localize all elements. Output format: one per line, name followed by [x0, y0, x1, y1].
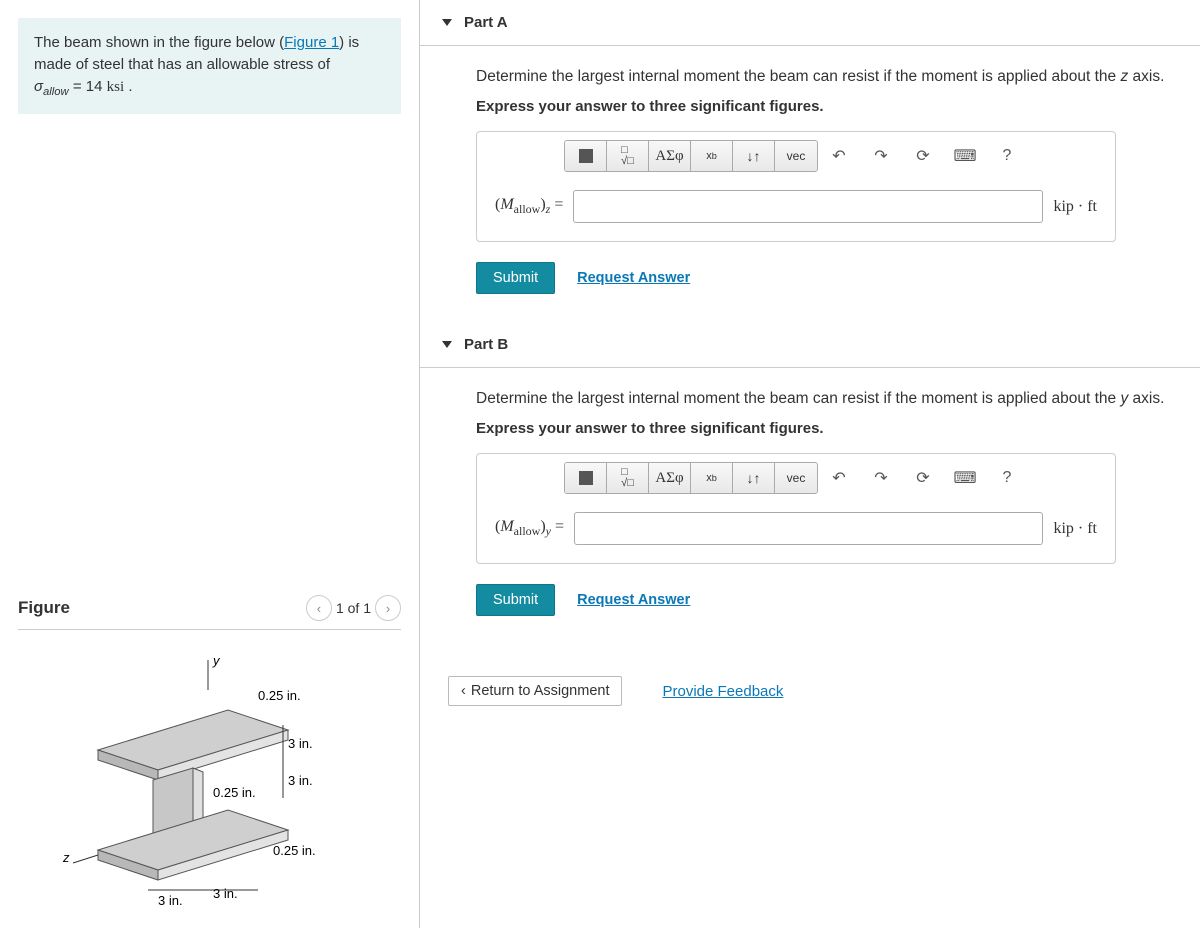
submit-button[interactable]: Submit [476, 262, 555, 294]
fraction-root-button[interactable]: □√□ [607, 463, 649, 493]
answer-unit: kip · ft [1053, 520, 1097, 538]
template-button[interactable] [565, 141, 607, 171]
arrows-button[interactable]: ↓↑ [733, 463, 775, 493]
chevron-left-icon: ‹ [461, 683, 466, 699]
redo-icon[interactable]: ↷ [864, 463, 898, 493]
dim-label: 0.25 in. [213, 785, 256, 800]
figure-next-button[interactable]: › [375, 595, 401, 621]
figure-counter: 1 of 1 [336, 600, 371, 616]
figure-title: Figure [18, 598, 70, 618]
subscript-button[interactable]: xb [691, 463, 733, 493]
problem-text: The beam shown in the figure below ( [34, 34, 284, 51]
dim-label: 0.25 in. [258, 688, 301, 703]
caret-down-icon [442, 341, 452, 348]
part-a-body: Determine the largest internal moment th… [420, 46, 1200, 322]
figure-panel: Figure ‹ 1 of 1 › [0, 595, 419, 924]
answer-unit: kip · ft [1053, 198, 1097, 216]
keyboard-icon[interactable]: ⌨ [948, 141, 982, 171]
dim-label: 3 in. [288, 773, 313, 788]
part-a-title: Part A [464, 14, 508, 31]
part-a-instruction: Express your answer to three significant… [476, 98, 1178, 115]
greek-letters-button[interactable]: ΑΣφ [649, 463, 691, 493]
greek-letters-button[interactable]: ΑΣφ [649, 141, 691, 171]
problem-statement: The beam shown in the figure below (Figu… [18, 18, 401, 114]
figure-navigator: ‹ 1 of 1 › [306, 595, 401, 621]
vector-button[interactable]: vec [775, 141, 817, 171]
part-b-title: Part B [464, 336, 508, 353]
part-b-header[interactable]: Part B [420, 322, 1200, 368]
part-a-answer-box: □√□ ΑΣφ xb ↓↑ vec ↶ ↷ ⟳ ⌨ ? (Mallow)z = … [476, 131, 1116, 242]
keyboard-icon[interactable]: ⌨ [948, 463, 982, 493]
help-icon[interactable]: ? [990, 141, 1024, 171]
reset-icon[interactable]: ⟳ [906, 141, 940, 171]
dim-label: 3 in. [288, 736, 313, 751]
dim-label: 3 in. [213, 886, 238, 901]
provide-feedback-link[interactable]: Provide Feedback [662, 683, 783, 700]
request-answer-link[interactable]: Request Answer [577, 270, 690, 286]
part-b-body: Determine the largest internal moment th… [420, 368, 1200, 734]
reset-icon[interactable]: ⟳ [906, 463, 940, 493]
part-a-header[interactable]: Part A [420, 0, 1200, 46]
answer-label: (Mallow)y = [495, 518, 564, 539]
part-b-prompt: Determine the largest internal moment th… [476, 390, 1178, 408]
figure-image: y z 0.25 in. 3 in. 0.25 in. 3 in. 0.25 i… [58, 650, 401, 924]
part-b-instruction: Express your answer to three significant… [476, 420, 1178, 437]
vector-button[interactable]: vec [775, 463, 817, 493]
axis-y-label: y [212, 653, 221, 668]
figure-link[interactable]: Figure 1 [284, 34, 339, 51]
equation-toolbar: □√□ ΑΣφ xb ↓↑ vec ↶ ↷ ⟳ ⌨ ? [477, 132, 1115, 175]
figure-prev-button[interactable]: ‹ [306, 595, 332, 621]
undo-icon[interactable]: ↶ [822, 463, 856, 493]
axis-z-label: z [62, 850, 70, 865]
request-answer-link[interactable]: Request Answer [577, 592, 690, 608]
answer-label: (Mallow)z = [495, 196, 563, 217]
part-b-answer-box: □√□ ΑΣφ xb ↓↑ vec ↶ ↷ ⟳ ⌨ ? (Mallow)y = … [476, 453, 1116, 564]
help-icon[interactable]: ? [990, 463, 1024, 493]
redo-icon[interactable]: ↷ [864, 141, 898, 171]
part-a-prompt: Determine the largest internal moment th… [476, 68, 1178, 86]
equation-toolbar: □√□ ΑΣφ xb ↓↑ vec ↶ ↷ ⟳ ⌨ ? [477, 454, 1115, 497]
fraction-root-button[interactable]: □√□ [607, 141, 649, 171]
return-to-assignment-button[interactable]: ‹ Return to Assignment [448, 676, 622, 706]
answer-input[interactable] [574, 512, 1043, 545]
undo-icon[interactable]: ↶ [822, 141, 856, 171]
arrows-button[interactable]: ↓↑ [733, 141, 775, 171]
dim-label: 0.25 in. [273, 843, 316, 858]
subscript-button[interactable]: xb [691, 141, 733, 171]
answer-input[interactable] [573, 190, 1043, 223]
dim-label: 3 in. [158, 893, 183, 908]
submit-button[interactable]: Submit [476, 584, 555, 616]
caret-down-icon [442, 19, 452, 26]
template-button[interactable] [565, 463, 607, 493]
